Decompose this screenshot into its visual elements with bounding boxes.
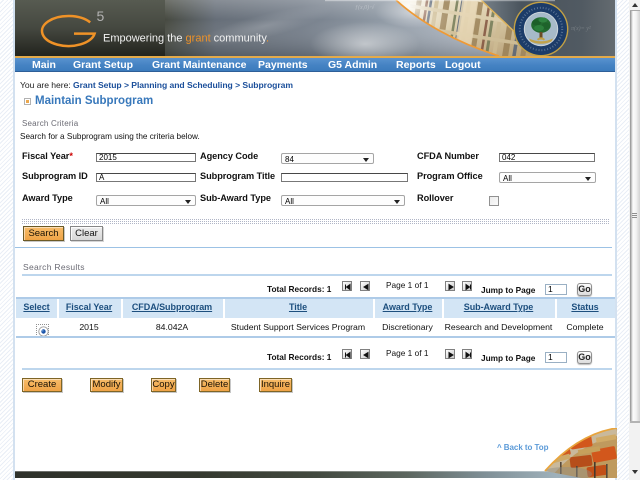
svg-text:5: 5: [97, 8, 105, 24]
svg-text:ƒ(x,0)⋅√: ƒ(x,0)⋅√: [355, 4, 375, 11]
svg-text:π(x)= y²: π(x)= y²: [571, 25, 591, 32]
svg-text:Empowering the grant community: Empowering the grant community.: [103, 33, 269, 45]
